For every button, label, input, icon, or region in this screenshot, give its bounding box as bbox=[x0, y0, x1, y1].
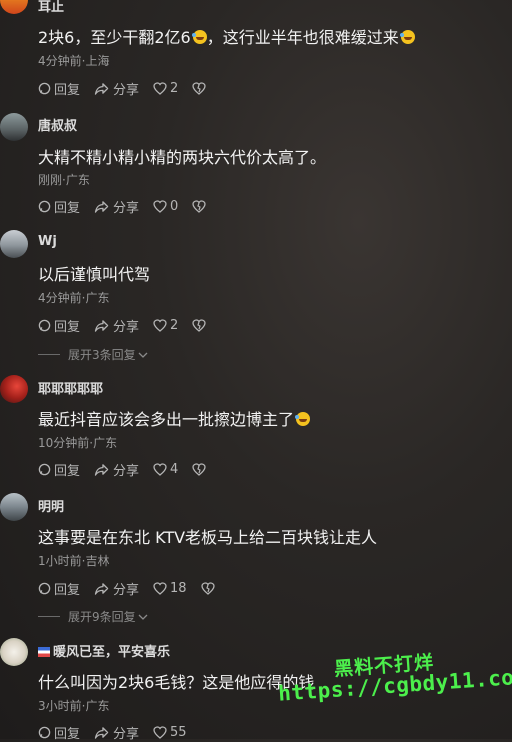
expand-replies-button[interactable]: 展开3条回复 bbox=[38, 346, 148, 363]
flag-badge-icon bbox=[38, 647, 50, 657]
dislike-button[interactable] bbox=[192, 462, 209, 476]
broken-heart-icon bbox=[192, 318, 206, 332]
expand-replies-button[interactable]: 展开9条回复 bbox=[38, 608, 148, 625]
like-count: 2 bbox=[170, 317, 179, 333]
comment-meta: 10分钟前·广东 bbox=[38, 436, 118, 450]
heart-icon bbox=[153, 462, 167, 476]
share-button[interactable]: 分享 bbox=[94, 579, 139, 598]
comment-actions: 回复 分享 0 bbox=[38, 197, 223, 216]
like-button[interactable]: 18 bbox=[153, 581, 187, 596]
comment-meta: 3小时前·广东 bbox=[38, 699, 110, 713]
chevron-down-icon bbox=[138, 352, 148, 358]
laugh-emoji-icon bbox=[191, 30, 207, 44]
comment-author[interactable]: 暖风已至，平安喜乐 bbox=[38, 641, 170, 660]
like-count: 55 bbox=[170, 724, 187, 740]
comment-author[interactable]: 明明 bbox=[38, 496, 64, 515]
share-button[interactable]: 分享 bbox=[94, 79, 139, 98]
reply-icon bbox=[38, 200, 51, 212]
reply-button[interactable]: 回复 bbox=[38, 197, 80, 216]
comment-text: 什么叫因为2块6毛钱？这是他应得的钱 bbox=[38, 673, 315, 692]
comment-meta: 刚刚·广东 bbox=[38, 173, 90, 187]
comment-author[interactable]: 唐叔叔 bbox=[38, 115, 77, 134]
like-count: 18 bbox=[170, 580, 187, 596]
avatar[interactable] bbox=[0, 230, 28, 258]
dislike-button[interactable] bbox=[192, 81, 209, 95]
like-count: 2 bbox=[170, 80, 179, 96]
comment-text: 最近抖音应该会多出一批擦边博主了 bbox=[38, 406, 311, 430]
comment-text: 大精不精小精小精的两块六代价太高了。 bbox=[38, 148, 327, 167]
share-icon bbox=[94, 319, 109, 332]
reply-button[interactable]: 回复 bbox=[38, 460, 80, 479]
heart-icon bbox=[153, 199, 167, 213]
chevron-down-icon bbox=[138, 614, 148, 620]
laugh-emoji-icon bbox=[399, 30, 415, 44]
dislike-button[interactable] bbox=[200, 581, 218, 595]
heart-icon bbox=[153, 318, 167, 332]
reply-icon bbox=[38, 582, 51, 594]
comment-actions: 回复 分享 55 bbox=[38, 723, 201, 742]
share-icon bbox=[94, 582, 109, 595]
reply-icon bbox=[38, 463, 51, 475]
broken-heart-icon bbox=[200, 581, 215, 595]
laugh-emoji-icon bbox=[295, 412, 311, 426]
dislike-button[interactable] bbox=[192, 199, 209, 213]
comment-author[interactable]: Wj bbox=[38, 234, 57, 249]
heart-icon bbox=[153, 581, 167, 595]
avatar[interactable] bbox=[0, 113, 28, 141]
like-count: 0 bbox=[170, 198, 179, 214]
broken-heart-icon bbox=[192, 199, 206, 213]
comment-text: 这事要是在东北 KTV老板马上给二百块钱让走人 bbox=[38, 528, 378, 547]
comment-author[interactable]: 耶耶耶耶耶 bbox=[38, 378, 103, 397]
share-button[interactable]: 分享 bbox=[94, 316, 139, 335]
heart-icon bbox=[153, 81, 167, 95]
like-button[interactable]: 4 bbox=[153, 462, 178, 477]
share-icon bbox=[94, 463, 109, 476]
comment-meta: 4分钟前·广东 bbox=[38, 291, 110, 305]
comment-meta: 4分钟前·上海 bbox=[38, 54, 110, 68]
reply-button[interactable]: 回复 bbox=[38, 316, 80, 335]
like-button[interactable]: 0 bbox=[153, 199, 178, 214]
divider-line bbox=[38, 354, 60, 355]
like-button[interactable]: 2 bbox=[153, 318, 178, 333]
heart-icon bbox=[153, 725, 167, 739]
divider-line bbox=[38, 616, 60, 617]
share-icon bbox=[94, 726, 109, 739]
broken-heart-icon bbox=[192, 462, 206, 476]
comment-author[interactable]: 耳止 bbox=[38, 0, 64, 15]
reply-icon bbox=[38, 726, 51, 738]
comment-actions: 回复 分享 18 bbox=[38, 579, 232, 598]
like-count: 4 bbox=[170, 461, 179, 477]
share-button[interactable]: 分享 bbox=[94, 460, 139, 479]
like-button[interactable]: 55 bbox=[153, 725, 187, 740]
reply-icon bbox=[38, 319, 51, 331]
avatar[interactable] bbox=[0, 375, 28, 403]
share-icon bbox=[94, 82, 109, 95]
share-icon bbox=[94, 200, 109, 213]
avatar[interactable] bbox=[0, 638, 28, 666]
avatar[interactable] bbox=[0, 0, 28, 14]
like-button[interactable]: 2 bbox=[153, 81, 178, 96]
reply-button[interactable]: 回复 bbox=[38, 579, 80, 598]
comment-text: 2块6，至少干翻2亿6 ，这行业半年也很难缓过来 bbox=[38, 24, 415, 48]
avatar[interactable] bbox=[0, 493, 28, 521]
comment-text: 以后谨慎叫代驾 bbox=[38, 265, 151, 284]
comment-actions: 回复 分享 4 bbox=[38, 460, 223, 479]
broken-heart-icon bbox=[192, 81, 206, 95]
reply-icon bbox=[38, 82, 51, 94]
comment-meta: 1小时前·吉林 bbox=[38, 554, 110, 568]
comment-actions: 回复 分享 2 bbox=[38, 79, 223, 98]
share-button[interactable]: 分享 bbox=[94, 197, 139, 216]
comment-actions: 回复 分享 2 bbox=[38, 316, 223, 335]
dislike-button[interactable] bbox=[192, 318, 209, 332]
reply-button[interactable]: 回复 bbox=[38, 79, 80, 98]
